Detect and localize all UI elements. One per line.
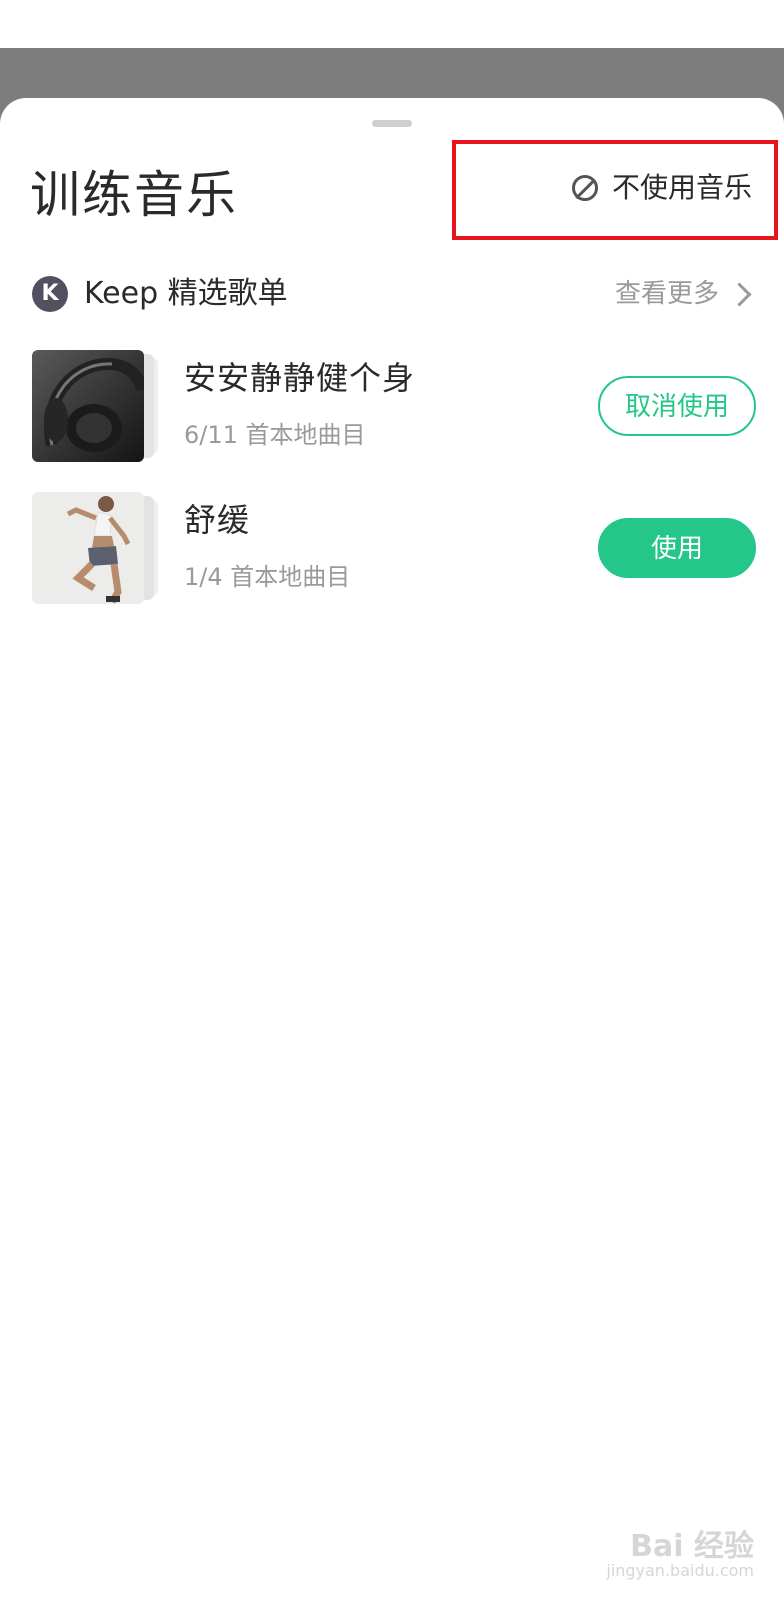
playlist-title: 舒缓 bbox=[184, 501, 251, 539]
chevron-right-icon bbox=[727, 281, 752, 307]
no-music-label: 不使用音乐 bbox=[611, 171, 752, 204]
headphones-cover-image bbox=[32, 350, 144, 462]
playlist-cover bbox=[32, 492, 158, 604]
watermark-url: jingyan.baidu.com bbox=[606, 1561, 754, 1580]
status-bar-area bbox=[0, 0, 784, 48]
playlist-title: 安安静静健个身 bbox=[184, 359, 416, 397]
keep-logo-icon: K bbox=[32, 276, 68, 312]
view-more-link[interactable]: 查看更多 bbox=[615, 272, 754, 316]
ban-icon bbox=[571, 175, 598, 201]
runner-cover-image bbox=[32, 492, 144, 604]
section-label: Keep 精选歌单 bbox=[84, 276, 288, 311]
playlist-subtitle: 1/4 首本地曲目 bbox=[184, 563, 351, 591]
use-button[interactable]: 使用 bbox=[598, 518, 756, 578]
music-bottom-sheet: 训练音乐 不使用音乐 K Keep 精选歌单 查看更多 安安静静健个身 6/11… bbox=[0, 98, 784, 1600]
view-more-label: 查看更多 bbox=[614, 279, 719, 309]
keep-playlists-header: K Keep 精选歌单 查看更多 bbox=[30, 266, 756, 326]
watermark-text: Bai 经验 bbox=[630, 1529, 754, 1564]
drag-handle[interactable] bbox=[372, 120, 412, 127]
playlist-cover bbox=[32, 350, 158, 462]
cancel-use-button[interactable]: 取消使用 bbox=[598, 376, 756, 436]
playlist-item[interactable]: 安安静静健个身 6/11 首本地曲目 取消使用 bbox=[30, 350, 756, 462]
sheet-title: 训练音乐 bbox=[30, 166, 238, 224]
playlist-item[interactable]: 舒缓 1/4 首本地曲目 使用 bbox=[30, 492, 756, 604]
baidu-watermark: Bai 经验 jingyan.baidu.com bbox=[606, 1532, 754, 1580]
no-music-button[interactable]: 不使用音乐 bbox=[452, 140, 778, 240]
playlist-subtitle: 6/11 首本地曲目 bbox=[184, 421, 366, 449]
